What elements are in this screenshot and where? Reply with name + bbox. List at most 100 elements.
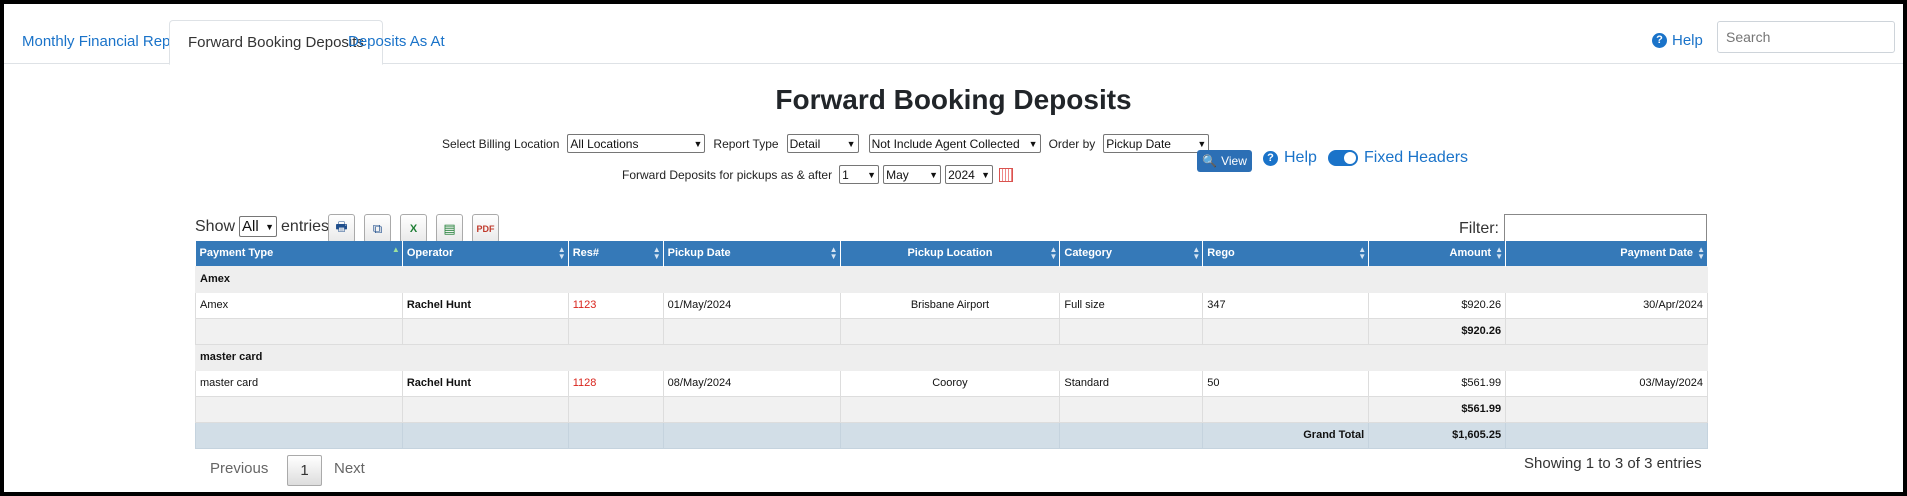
chevron-down-icon: ▼ bbox=[929, 169, 939, 180]
cell-payment-type: Amex bbox=[195, 291, 403, 319]
calendar-icon[interactable] bbox=[999, 167, 1014, 182]
billing-location-select[interactable]: All Locations ▼ bbox=[567, 134, 706, 153]
chevron-down-icon: ▼ bbox=[1197, 138, 1207, 149]
page-title: Forward Booking Deposits bbox=[775, 84, 1132, 115]
column-header[interactable]: Payment Type ▲ bbox=[195, 241, 403, 266]
year-value: 2024 bbox=[948, 167, 975, 182]
excel-button[interactable]: X bbox=[400, 214, 427, 243]
month-select[interactable]: May ▼ bbox=[883, 165, 942, 184]
fixed-headers-toggle[interactable]: Fixed Headers bbox=[1328, 149, 1468, 167]
filter-row-1: Select Billing Location All Locations ▼ R… bbox=[442, 134, 1210, 153]
cell-pickup-location: Cooroy bbox=[839, 369, 1061, 397]
cell-amount: $561.99 bbox=[1368, 369, 1507, 397]
entries-label: entries bbox=[281, 217, 330, 235]
sort-icon: ▲ ▼ bbox=[1358, 245, 1367, 261]
year-select[interactable]: 2024 ▼ bbox=[945, 165, 994, 184]
cell-payment-date: 03/May/2024 bbox=[1505, 369, 1708, 397]
report-help-label: Help bbox=[1284, 149, 1317, 166]
column-header-label: Pickup Location bbox=[907, 247, 993, 260]
chevron-down-icon: ▼ bbox=[867, 169, 877, 180]
group-name: Amex bbox=[195, 265, 1708, 293]
chevron-down-icon: ▼ bbox=[981, 169, 991, 180]
csv-button[interactable]: ▤ bbox=[436, 214, 463, 243]
cell-pickup-date: 08/May/2024 bbox=[662, 369, 841, 397]
column-header[interactable]: Operator ▲ ▼ bbox=[402, 241, 569, 266]
sort-icon: ▲ ▼ bbox=[1049, 245, 1058, 261]
cell-category: Standard bbox=[1059, 369, 1204, 397]
report-type-value: Detail bbox=[789, 136, 821, 151]
billing-location-value: All Locations bbox=[570, 136, 639, 151]
day-select[interactable]: 1 ▼ bbox=[839, 165, 880, 184]
show-entries-select[interactable]: All ▼ bbox=[239, 216, 278, 237]
order-by-select[interactable]: Pickup Date ▼ bbox=[1103, 134, 1210, 153]
subtotal-amount: $920.26 bbox=[1368, 317, 1507, 345]
cell-category: Full size bbox=[1059, 291, 1204, 319]
cell-operator: Rachel Hunt bbox=[401, 291, 569, 319]
report-tabs: Monthly Financial Reports Forward Bookin… bbox=[4, 20, 1903, 65]
cell-res-link[interactable]: 1128 bbox=[567, 369, 664, 397]
cell-payment-type: master card bbox=[195, 369, 403, 397]
cell-operator: Rachel Hunt bbox=[401, 369, 569, 397]
report-help-link[interactable]: ? Help bbox=[1263, 149, 1317, 167]
subtotal-amount: $561.99 bbox=[1368, 395, 1507, 423]
header-help-link[interactable]: ? Help bbox=[1652, 32, 1703, 49]
column-header[interactable]: Category ▲ ▼ bbox=[1059, 241, 1204, 266]
subtotal-row: $561.99 bbox=[195, 395, 1708, 423]
help-icon: ? bbox=[1263, 150, 1278, 166]
cell-pickup-location: Brisbane Airport bbox=[839, 291, 1061, 319]
pdf-button[interactable]: PDF bbox=[472, 214, 499, 243]
cell-pickup-date: 01/May/2024 bbox=[662, 291, 841, 319]
printer-icon: 🖶 bbox=[335, 218, 348, 234]
column-header[interactable]: Rego ▲ ▼ bbox=[1202, 241, 1370, 266]
print-button[interactable]: 🖶 bbox=[328, 214, 355, 243]
excel-icon: X bbox=[409, 222, 418, 235]
column-header-label: Res# bbox=[572, 247, 600, 260]
sort-icon: ▲ ▼ bbox=[557, 245, 566, 261]
sort-icon: ▲ ▼ bbox=[829, 245, 838, 261]
month-value: May bbox=[886, 167, 909, 182]
cell-amount: $920.26 bbox=[1368, 291, 1507, 319]
header-help-label: Help bbox=[1672, 32, 1703, 49]
search-input[interactable] bbox=[1717, 21, 1895, 53]
day-value: 1 bbox=[842, 167, 849, 182]
filter-row-2: Forward Deposits for pickups as & after … bbox=[622, 165, 1014, 184]
show-entries-value: All bbox=[242, 218, 259, 235]
table-info: Showing 1 to 3 of 3 entries bbox=[1524, 455, 1702, 472]
sort-icon: ▲ ▼ bbox=[1697, 245, 1705, 261]
column-header-label: Category bbox=[1064, 247, 1113, 260]
grand-total-row: Grand Total $1,605.25 bbox=[195, 421, 1708, 449]
toggle-switch-icon[interactable] bbox=[1328, 150, 1358, 166]
table-row[interactable]: Amex Rachel Hunt 1123 01/May/2024 Brisba… bbox=[195, 291, 1708, 319]
sort-asc-icon: ▲ bbox=[391, 245, 400, 254]
cell-rego: 347 bbox=[1202, 291, 1370, 319]
group-name: master card bbox=[195, 343, 1708, 371]
copy-button[interactable]: ⧉ bbox=[364, 214, 391, 243]
order-by-label: Order by bbox=[1048, 136, 1096, 151]
column-header-label: Pickup Date bbox=[667, 247, 731, 260]
column-header[interactable]: Pickup Date ▲ ▼ bbox=[663, 241, 841, 266]
report-type-select[interactable]: Detail ▼ bbox=[786, 134, 859, 153]
fixed-headers-label: Fixed Headers bbox=[1364, 149, 1469, 166]
cell-res-link[interactable]: 1123 bbox=[567, 291, 664, 319]
column-header[interactable]: Res# ▲ ▼ bbox=[568, 241, 664, 266]
column-header[interactable]: Amount ▲ ▼ bbox=[1368, 241, 1507, 266]
agent-collected-select[interactable]: Not Include Agent Collected ▼ bbox=[868, 134, 1041, 153]
column-header-label: Rego bbox=[1207, 247, 1235, 260]
previous-page-button[interactable]: Previous bbox=[210, 460, 268, 477]
column-header[interactable]: Payment Date ▲ ▼ bbox=[1505, 241, 1708, 266]
help-icon: ? bbox=[1652, 33, 1667, 48]
chevron-down-icon: ▼ bbox=[846, 138, 856, 149]
next-page-button[interactable]: Next bbox=[334, 460, 365, 477]
view-button[interactable]: 🔍 View bbox=[1197, 150, 1252, 172]
page-1-button[interactable]: 1 bbox=[287, 455, 322, 486]
cell-rego: 50 bbox=[1202, 369, 1370, 397]
filter-input[interactable] bbox=[1504, 214, 1707, 242]
column-header[interactable]: Pickup Location ▲ ▼ bbox=[840, 241, 1061, 266]
chevron-down-icon: ▼ bbox=[693, 138, 703, 149]
sort-icon: ▲ ▼ bbox=[652, 245, 661, 261]
tab-deposits-as-at[interactable]: Deposits As At bbox=[330, 20, 463, 64]
order-by-value: Pickup Date bbox=[1106, 136, 1171, 151]
table-row[interactable]: master card Rachel Hunt 1128 08/May/2024… bbox=[195, 369, 1708, 397]
sort-icon: ▲ ▼ bbox=[1495, 245, 1504, 261]
search-icon: 🔍 bbox=[1202, 154, 1218, 168]
